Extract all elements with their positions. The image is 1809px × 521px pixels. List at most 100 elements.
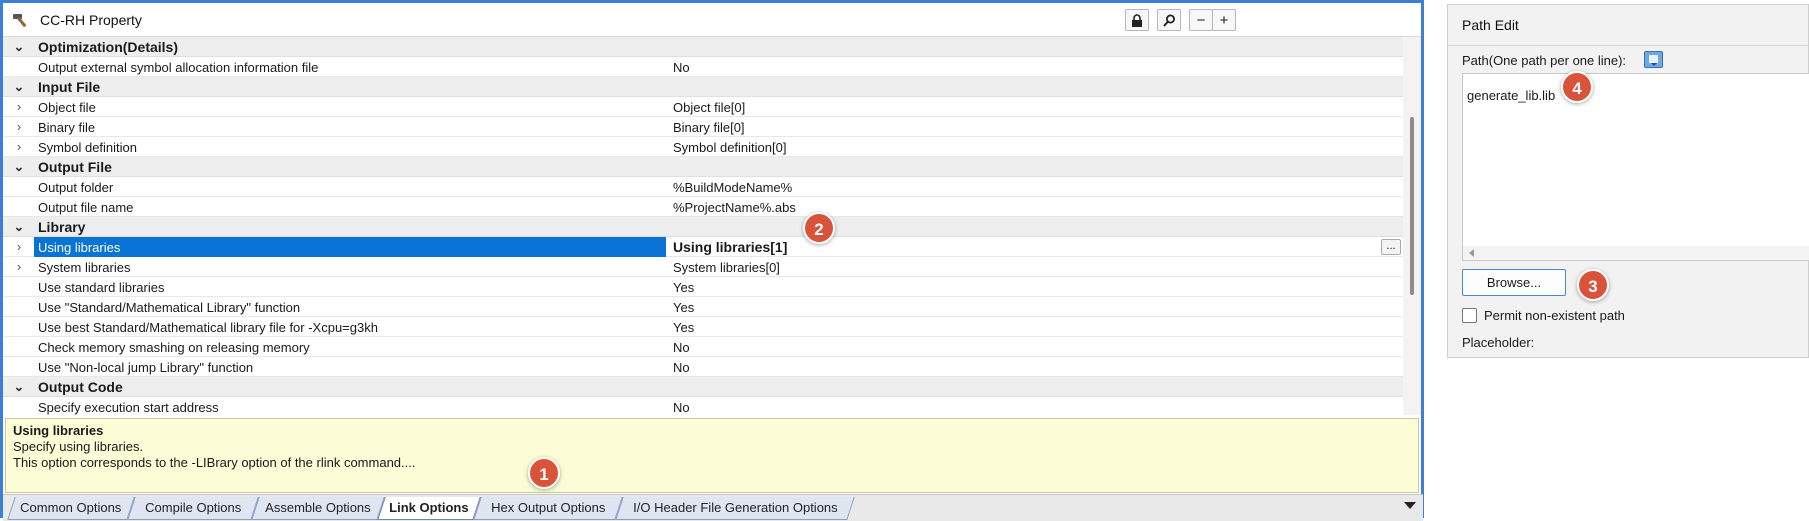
dialog-title: Path Edit [1462, 17, 1519, 33]
property-value[interactable]: No [673, 60, 690, 75]
category-label: Output Code [38, 379, 123, 395]
description-panel: Using libraries Specify using libraries.… [5, 418, 1419, 493]
expand-chevron-icon[interactable]: › [11, 119, 27, 135]
callout-badge: 2 [803, 212, 835, 244]
tab-compile-options[interactable]: Compile Options [127, 497, 259, 520]
browse-button[interactable]: Browse... [1462, 269, 1566, 296]
collapse-all-button[interactable]: − [1189, 9, 1213, 31]
path-textarea[interactable]: generate_lib.lib [1462, 73, 1809, 261]
category-row[interactable]: ⌄ Input File [3, 77, 1403, 97]
property-row[interactable]: › Symbol definition Symbol definition[0] [3, 137, 1403, 157]
property-row[interactable]: Output external symbol allocation inform… [3, 57, 1403, 77]
property-value[interactable]: No [673, 400, 690, 415]
property-row[interactable]: Use best Standard/Mathematical library f… [3, 317, 1403, 337]
callout-badge: 1 [528, 457, 560, 489]
category-row[interactable]: ⌄ Output File [3, 157, 1403, 177]
property-row[interactable]: Specify execution start address No [3, 397, 1403, 415]
search-button[interactable] [1157, 9, 1181, 31]
callout-badge: 3 [1577, 269, 1609, 301]
property-row[interactable]: Check memory smashing on releasing memor… [3, 337, 1403, 357]
property-value[interactable]: No [673, 340, 690, 355]
property-value[interactable]: %BuildModeName% [673, 180, 792, 195]
search-icon [1162, 14, 1175, 27]
tab-link-options[interactable]: Link Options [377, 497, 481, 520]
tab-hex-output-options[interactable]: Hex Output Options [473, 497, 623, 520]
collapse-chevron-icon[interactable]: ⌄ [11, 79, 27, 95]
property-name: Use standard libraries [38, 280, 165, 295]
collapse-chevron-icon[interactable]: ⌄ [11, 39, 27, 55]
property-name: Specify execution start address [38, 400, 219, 415]
grid-vertical-scrollbar[interactable] [1403, 37, 1421, 415]
scrollbar-thumb[interactable] [1410, 117, 1414, 295]
tab-common-options[interactable]: Common Options [7, 497, 135, 520]
category-row[interactable]: ⌄ Library [3, 217, 1403, 237]
edit-ellipsis-button[interactable]: ... [1381, 239, 1401, 255]
collapse-chevron-icon[interactable]: ⌄ [11, 219, 27, 235]
property-value[interactable]: Yes [673, 280, 694, 295]
window-title: CC-RH Property [40, 12, 142, 28]
path-label: Path(One path per one line): [1462, 53, 1627, 68]
category-row[interactable]: ⌄ Optimization(Details) [3, 37, 1403, 57]
property-name: Output file name [38, 200, 134, 215]
tab-list-dropdown-icon[interactable] [1404, 502, 1416, 509]
property-value[interactable]: Binary file[0] [673, 120, 745, 135]
property-value[interactable]: %ProjectName%.abs [673, 200, 796, 215]
description-text: Specify using libraries. [13, 439, 144, 454]
tab-assemble-options[interactable]: Assemble Options [251, 497, 385, 520]
expand-chevron-icon[interactable]: › [11, 99, 27, 115]
category-label: Input File [38, 79, 101, 95]
property-name: Object file [38, 100, 96, 115]
collapse-chevron-icon[interactable]: ⌄ [11, 159, 27, 175]
property-name: Binary file [38, 120, 96, 135]
property-row[interactable]: › Binary file Binary file[0] [3, 117, 1403, 137]
property-row[interactable]: › System libraries System libraries[0] [3, 257, 1403, 277]
property-name: Output external symbol allocation inform… [38, 60, 319, 75]
property-name: Use "Standard/Mathematical Library" func… [38, 300, 301, 315]
property-value[interactable]: Yes [673, 320, 694, 335]
path-text: generate_lib.lib [1467, 88, 1556, 103]
insert-macro-icon[interactable] [1644, 51, 1663, 68]
callout-badge: 4 [1561, 71, 1593, 103]
placeholder-label: Placeholder: [1462, 335, 1535, 350]
property-name: Output folder [38, 180, 114, 195]
property-name: Using libraries [38, 240, 121, 255]
permit-nonexistent-path-checkbox[interactable] [1462, 308, 1477, 323]
property-name: System libraries [38, 260, 131, 275]
category-row[interactable]: ⌄ Output Code [3, 377, 1403, 397]
expand-chevron-icon[interactable]: › [11, 239, 27, 255]
options-tab-bar: Common Options Compile Options Assemble … [3, 494, 1423, 521]
expand-chevron-icon[interactable]: › [11, 259, 27, 275]
property-value[interactable]: System libraries[0] [673, 260, 780, 275]
permit-nonexistent-path-label: Permit non-existent path [1484, 308, 1625, 323]
expand-chevron-icon[interactable]: › [11, 139, 27, 155]
property-grid: ⌄ Optimization(Details) Output external sy… [3, 37, 1403, 415]
scroll-left-icon[interactable] [1469, 249, 1474, 257]
textarea-horizontal-scrollbar[interactable] [1463, 246, 1809, 260]
property-value[interactable]: Object file[0] [673, 100, 745, 115]
expand-all-button[interactable]: + [1212, 9, 1236, 31]
hammer-icon [13, 14, 27, 28]
category-label: Library [38, 219, 86, 235]
property-name: Check memory smashing on releasing memor… [38, 340, 310, 355]
tab-io-header-file-generation-options[interactable]: I/O Header File Generation Options [615, 497, 855, 520]
property-row[interactable]: › Object file Object file[0] [3, 97, 1403, 117]
property-row[interactable]: Output folder %BuildModeName% [3, 177, 1403, 197]
collapse-chevron-icon[interactable]: ⌄ [11, 379, 27, 395]
property-row[interactable]: Use "Standard/Mathematical Library" func… [3, 297, 1403, 317]
property-row[interactable]: Use "Non-local jump Library" function No [3, 357, 1403, 377]
description-title: Using libraries [13, 423, 104, 438]
property-row[interactable]: Use standard libraries Yes [3, 277, 1403, 297]
property-value[interactable]: Symbol definition[0] [673, 140, 786, 155]
property-value[interactable]: No [673, 360, 690, 375]
property-row[interactable]: Output file name %ProjectName%.abs [3, 197, 1403, 217]
property-row[interactable]: › Using libraries Using libraries[1]... [3, 237, 1403, 257]
category-label: Optimization(Details) [38, 39, 179, 55]
property-value[interactable]: Using libraries[1] [673, 239, 787, 255]
title-bar: CC-RH Property − + [3, 3, 1421, 37]
property-window: CC-RH Property − + ⌄ Optimization(Details… [0, 0, 1424, 521]
lock-button[interactable] [1125, 9, 1149, 31]
divider [1448, 45, 1808, 46]
description-text: This option corresponds to the -LIBrary … [13, 455, 416, 470]
property-value[interactable]: Yes [673, 300, 694, 315]
property-name: Use best Standard/Mathematical library f… [38, 320, 378, 335]
